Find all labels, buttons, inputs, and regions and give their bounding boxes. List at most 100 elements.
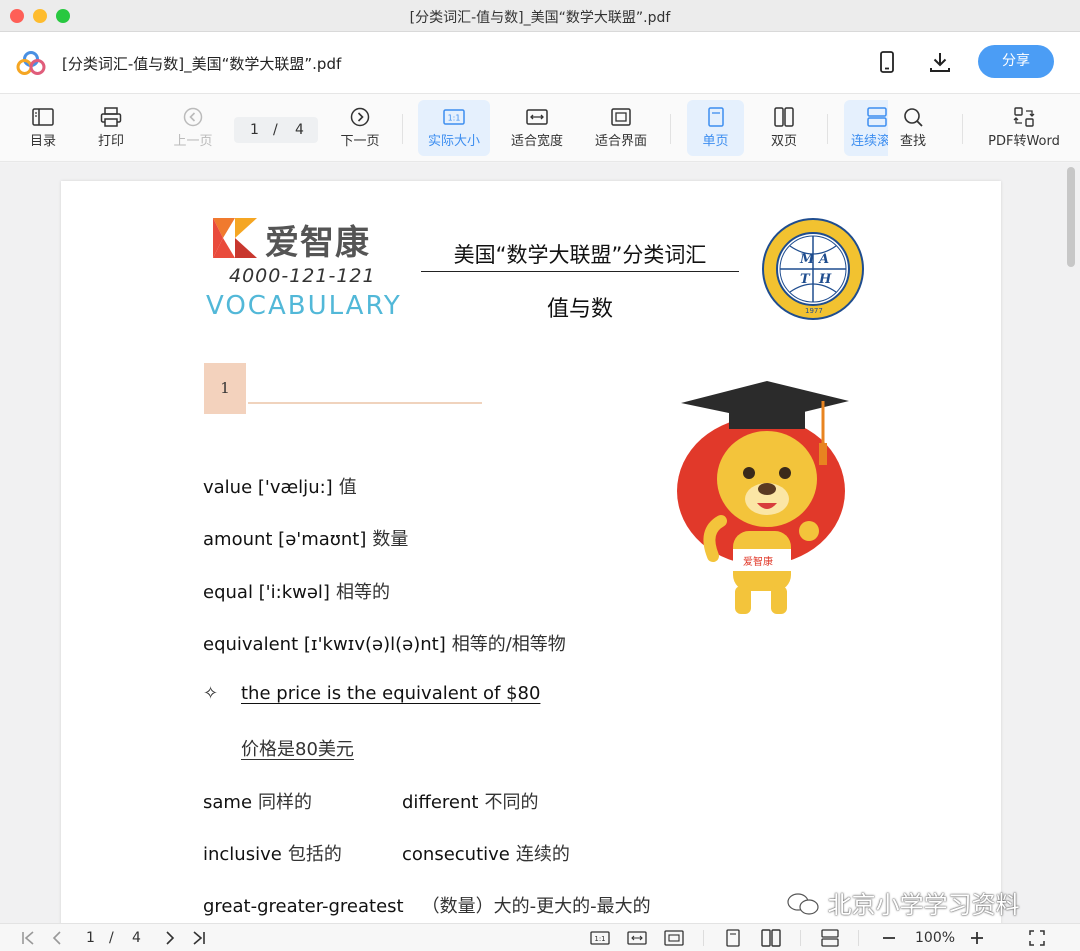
- single-page-icon: [726, 929, 740, 947]
- status-page-separator: /: [109, 930, 114, 946]
- double-page-button[interactable]: 双页: [757, 100, 811, 156]
- svg-text:1:1: 1:1: [594, 935, 605, 943]
- double-page-status-button[interactable]: [761, 928, 781, 948]
- prev-page-label: 上一页: [173, 134, 213, 149]
- fit-window-status-button[interactable]: [664, 928, 684, 948]
- vocab-row: equivalent [ɪ'kwɪv(ə)l(ə)nt] 相等的/相等物: [203, 630, 566, 656]
- vocab-row: value ['vælju:] 值: [203, 473, 357, 499]
- double-page-icon: [761, 929, 781, 947]
- continuous-status-button[interactable]: [820, 928, 840, 948]
- continuous-button[interactable]: 连续滚: [844, 100, 888, 156]
- actual-size-status-button[interactable]: 1:1: [590, 928, 610, 948]
- math-league-seal-icon: M A T H 1977: [762, 218, 864, 320]
- vocab-english: consecutive: [402, 844, 510, 865]
- current-page[interactable]: 1: [250, 122, 259, 138]
- vocab-chinese: 包括的: [287, 844, 342, 865]
- print-label: 打印: [97, 134, 124, 149]
- fit-width-label: 适合宽度: [510, 134, 563, 149]
- find-button[interactable]: 查找: [890, 100, 936, 156]
- vocab-english: great-greater-greatest: [203, 896, 404, 917]
- mobile-icon[interactable]: [875, 50, 899, 74]
- zoom-out-button[interactable]: [880, 928, 898, 948]
- status-divider: [703, 930, 704, 946]
- zoom-in-button[interactable]: [968, 928, 986, 948]
- fit-width-button[interactable]: 适合宽度: [502, 100, 572, 156]
- next-page-button[interactable]: 下一页: [334, 100, 386, 156]
- actual-size-icon: 1:1: [590, 931, 610, 945]
- vocab-english: same: [203, 792, 253, 813]
- vocab-row: different 不同的: [402, 788, 538, 814]
- app-header: [分类词汇-值与数]_美国“数学大联盟”.pdf 分享: [0, 32, 1080, 94]
- fit-window-icon: [664, 930, 684, 946]
- find-label: 查找: [899, 134, 926, 149]
- continuous-label: 连续滚: [851, 134, 888, 149]
- fit-width-icon: [627, 931, 647, 945]
- vocab-english: different: [402, 792, 479, 813]
- vocab-row: same 同样的: [203, 788, 312, 814]
- continuous-icon: [821, 929, 839, 947]
- download-icon[interactable]: [928, 50, 952, 74]
- svg-text:M: M: [799, 252, 815, 267]
- vocab-chinese: （数量）大的-更大的-最大的: [421, 896, 651, 917]
- page-separator: /: [273, 122, 278, 138]
- watermark-text: 北京小学学习资料: [827, 891, 1020, 919]
- brand-vocabulary: VOCABULARY: [206, 291, 402, 321]
- print-button[interactable]: 打印: [86, 100, 136, 156]
- last-page-button[interactable]: [191, 928, 207, 948]
- next-page-status-button[interactable]: [163, 928, 177, 948]
- single-page-button[interactable]: 单页: [687, 100, 744, 156]
- toolbar-divider: [962, 114, 963, 144]
- single-page-status-button[interactable]: [724, 928, 742, 948]
- app-logo-icon: [16, 51, 46, 75]
- vocab-chinese: 相等的/相等物: [451, 634, 566, 655]
- plus-icon: [971, 932, 983, 944]
- svg-text:1977: 1977: [805, 307, 823, 315]
- document-viewport[interactable]: 爱智康 4000-121-121 VOCABULARY 美国“数学大联盟”分类词…: [0, 163, 1080, 923]
- pdf-page: 爱智康 4000-121-121 VOCABULARY 美国“数学大联盟”分类词…: [61, 181, 1001, 923]
- svg-text:1:1: 1:1: [448, 114, 461, 123]
- zoom-level[interactable]: 100%: [915, 928, 955, 948]
- page-number-box[interactable]: 1 / 4: [234, 117, 318, 143]
- search-icon: [904, 108, 923, 127]
- single-page-label: 单页: [702, 134, 729, 149]
- chevron-left-icon: [52, 931, 61, 945]
- vocab-row: inclusive 包括的: [203, 840, 342, 866]
- actual-size-button[interactable]: 1:1 实际大小: [418, 100, 490, 156]
- svg-text:爱智康: 爱智康: [743, 555, 773, 568]
- document-heading: 美国“数学大联盟”分类词汇: [421, 239, 739, 272]
- fullscreen-button[interactable]: [1028, 928, 1046, 948]
- prev-page-button[interactable]: 上一页: [166, 100, 220, 156]
- document-title: [分类词汇-值与数]_美国“数学大联盟”.pdf: [62, 55, 342, 73]
- vocab-chinese: 相等的: [335, 582, 390, 603]
- vertical-scrollbar[interactable]: [1067, 167, 1075, 267]
- toc-button[interactable]: 目录: [18, 100, 68, 156]
- last-page-icon: [193, 931, 205, 945]
- window-title: [分类词汇-值与数]_美国“数学大联盟”.pdf: [409, 10, 671, 26]
- printer-icon: [100, 107, 122, 127]
- brand-name: 爱智康: [265, 223, 370, 263]
- toc-label: 目录: [29, 134, 56, 149]
- fit-window-button[interactable]: 适合界面: [586, 100, 656, 156]
- vocab-chinese: 值: [338, 477, 357, 498]
- status-divider: [858, 930, 859, 946]
- status-current-page[interactable]: 1: [86, 928, 95, 948]
- share-button[interactable]: 分享: [978, 45, 1054, 78]
- first-page-button[interactable]: [20, 928, 36, 948]
- example-bullet-icon: ✧: [203, 683, 219, 704]
- example-translation: 价格是80美元: [241, 739, 354, 760]
- toolbar-divider: [670, 114, 671, 144]
- toolbar-divider: [827, 114, 828, 144]
- chevron-right-circle-icon: [350, 107, 370, 127]
- prev-page-status-button[interactable]: [50, 928, 64, 948]
- chevron-right-icon: [166, 931, 175, 945]
- vocab-english: equivalent [ɪ'kwɪv(ə)l(ə)nt]: [203, 634, 446, 655]
- pdf-to-word-button[interactable]: PDF转Word: [982, 100, 1066, 156]
- status-bar: 1 / 4 1:1 100%: [0, 923, 1080, 951]
- total-pages: 4: [295, 122, 304, 138]
- fit-width-status-button[interactable]: [627, 928, 647, 948]
- vocab-english: equal ['i:kwəl]: [203, 582, 330, 603]
- section-divider: [248, 402, 482, 404]
- double-page-icon: [774, 107, 794, 127]
- lion-mascot-icon: 爱智康: [677, 381, 849, 614]
- single-page-icon: [707, 107, 724, 127]
